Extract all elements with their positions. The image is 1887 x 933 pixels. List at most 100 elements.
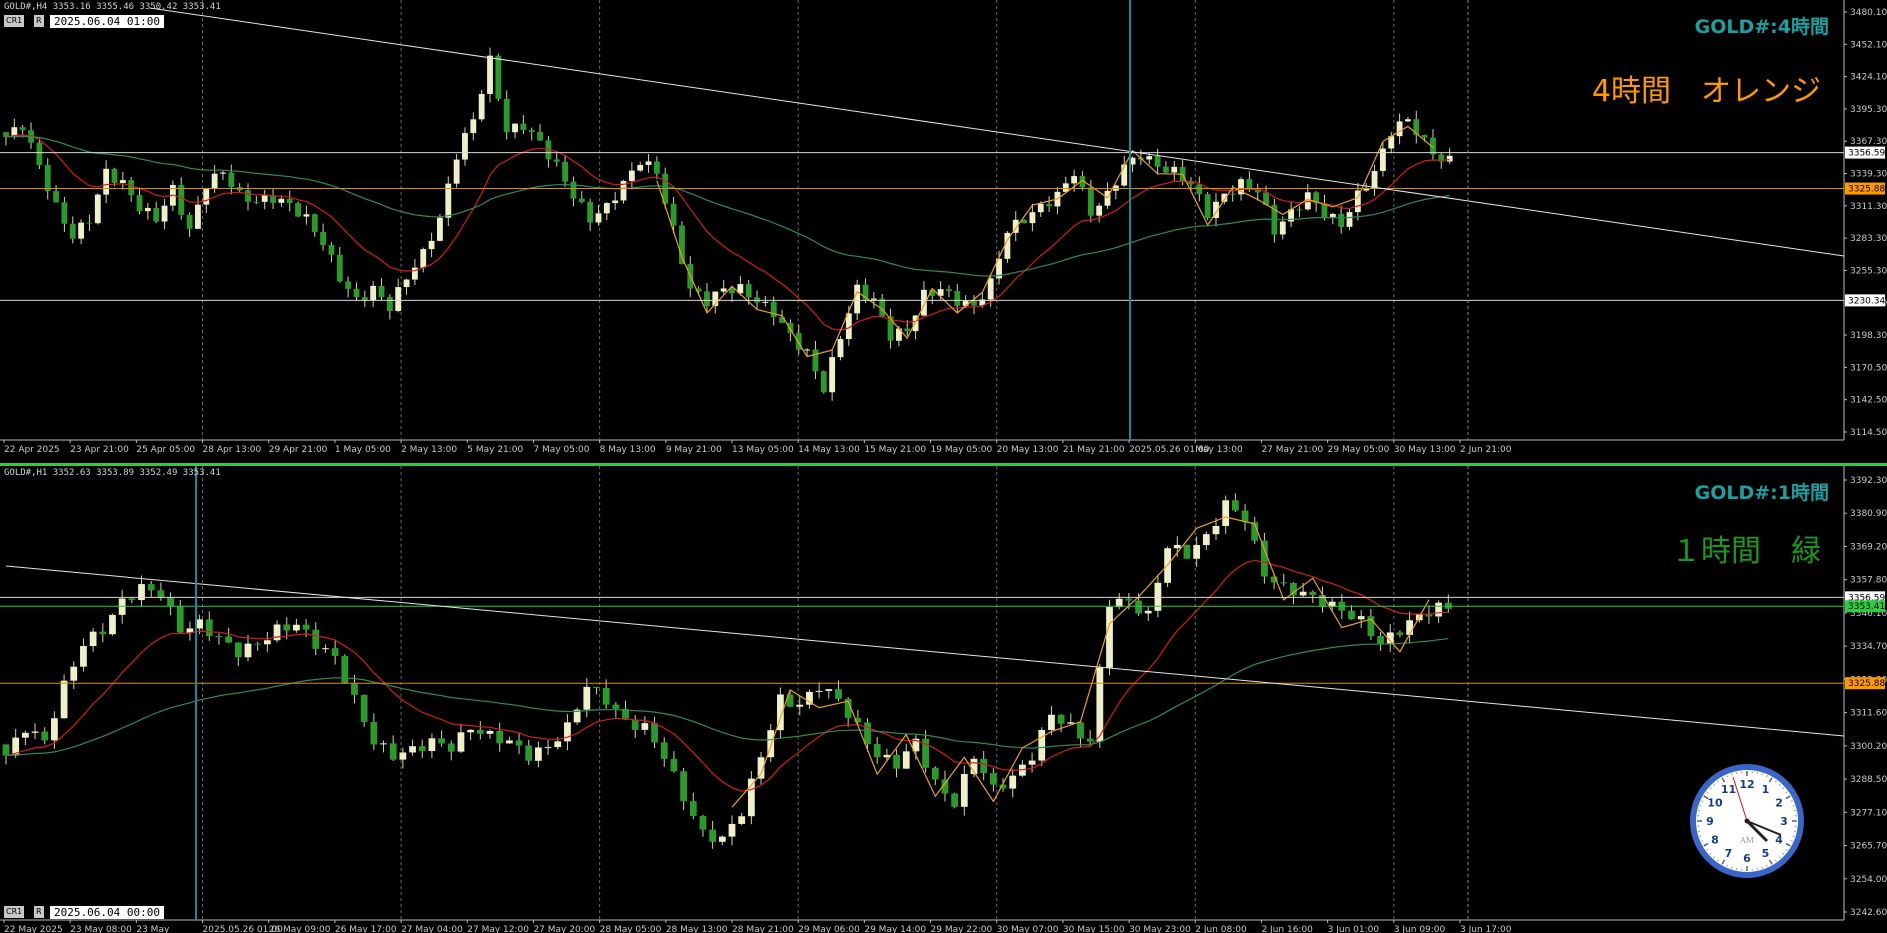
candle-body <box>429 241 435 249</box>
h1-crosshair-date: 2025.06.04 00:00 <box>50 906 164 919</box>
clock-number: 6 <box>1743 852 1751 865</box>
candle-body <box>36 143 42 165</box>
candle-body <box>554 159 560 161</box>
candle-body <box>70 224 76 239</box>
price-tick-label: 3142.50 <box>1850 396 1887 406</box>
candle-body <box>293 625 300 631</box>
candle-body <box>112 169 118 183</box>
h1-cr-label[interactable]: CR1 <box>4 906 24 918</box>
candle-body <box>951 794 958 807</box>
candle-body <box>437 218 443 241</box>
candle-body <box>329 245 335 255</box>
candle-body <box>871 299 877 300</box>
price-tick-label: 3265.70 <box>1850 842 1887 852</box>
price-tick-label: 3254.00 <box>1850 875 1887 885</box>
candle-body <box>361 695 368 722</box>
candle-body <box>854 285 860 314</box>
h4-cr-label[interactable]: CR1 <box>4 15 24 27</box>
candle-body <box>1146 156 1152 159</box>
h1-r-label[interactable]: R <box>34 906 44 918</box>
time-tick-label: 3 Jun 17:00 <box>1460 925 1512 933</box>
candle-body <box>448 743 455 751</box>
candle-body <box>162 206 168 222</box>
price-tick-label: 3300.20 <box>1850 742 1887 752</box>
price-tick-label: 3255.30 <box>1850 266 1887 276</box>
candle-body <box>253 202 259 203</box>
time-tick-label: 28 May 13:00 <box>666 925 728 933</box>
candle-body <box>545 747 552 748</box>
candle-body <box>1096 206 1102 216</box>
price-tick-label: 3283.30 <box>1850 234 1887 244</box>
h1-chart-header: GOLD#,H1 3352.63 3353.89 3352.49 3353.41 <box>4 468 221 478</box>
time-tick-label: 20 May 13:00 <box>997 445 1059 455</box>
candle-body <box>51 718 58 740</box>
candle-body <box>825 689 832 691</box>
clock-number: 5 <box>1762 847 1770 860</box>
candle-body <box>390 743 397 759</box>
candle-body <box>128 180 134 195</box>
candle-body <box>332 648 339 656</box>
price-tick-label: 3480.10 <box>1850 8 1887 18</box>
candle-body <box>1184 545 1191 559</box>
candle-body <box>362 297 368 300</box>
candle-body <box>746 284 752 297</box>
candle-body <box>1145 611 1152 614</box>
candle-body <box>303 625 310 630</box>
time-tick-label: 23 Apr 21:00 <box>70 445 129 455</box>
candle-body <box>380 743 387 744</box>
time-tick-label: 27 May 04:00 <box>401 925 463 933</box>
candle-body <box>283 624 290 630</box>
candle-body <box>990 773 997 784</box>
candle-body <box>829 357 835 392</box>
candle-body <box>312 630 319 649</box>
candle-body <box>893 755 900 769</box>
time-tick-label: 2 Jun 08:00 <box>1195 925 1247 933</box>
candle-body <box>874 744 881 757</box>
candle-body <box>821 371 827 392</box>
time-tick-label: 29 May 05:00 <box>1328 445 1390 455</box>
candle-body <box>629 171 635 181</box>
time-tick-label: 28 Apr 13:00 <box>203 445 262 455</box>
candle-body <box>78 223 84 239</box>
candle-body <box>153 208 159 222</box>
candle-body <box>520 124 526 130</box>
candle-body <box>921 290 927 316</box>
candle-body <box>278 199 284 203</box>
h4-r-label[interactable]: R <box>34 15 44 27</box>
candle-body <box>1348 611 1355 620</box>
price-tick-label: 3367.30 <box>1850 137 1887 147</box>
candle-body <box>1246 179 1252 188</box>
candle-body <box>245 644 252 658</box>
candle-body <box>337 255 343 282</box>
candle-body <box>3 744 10 755</box>
candle-body <box>529 130 535 132</box>
candle-body <box>157 590 164 597</box>
candle-body <box>1422 135 1428 138</box>
h1-chart-pane[interactable]: 3392.303380.903369.203357.803346.103334.… <box>0 463 1887 933</box>
candle-body <box>1406 620 1413 635</box>
candle-body <box>1372 171 1378 188</box>
candle-body <box>235 643 242 658</box>
candle-body <box>70 667 77 681</box>
candle-body <box>562 162 568 182</box>
time-tick-label: 23 May <box>136 925 170 933</box>
candle-body <box>487 731 494 734</box>
candle-body <box>661 742 668 758</box>
price-tick-label: 3311.60 <box>1850 709 1887 719</box>
time-tick-label: 27 May 21:00 <box>1261 445 1323 455</box>
candle-body <box>409 746 416 752</box>
h1-chart-canvas[interactable]: 3392.303380.903369.203357.803346.103334.… <box>0 466 1887 933</box>
time-tick-label: 27 May 12:00 <box>467 925 529 933</box>
h1-chart-subtitle: １時間 緑 <box>1671 526 1821 570</box>
candle-body <box>45 165 51 191</box>
candle-body <box>680 771 687 801</box>
time-tick-label: 13 May 05:00 <box>732 445 794 455</box>
price-tick-label: 3357.80 <box>1850 576 1887 586</box>
clock-am-label: AM <box>1739 836 1754 845</box>
candle-body <box>512 124 518 133</box>
h4-chart-pane[interactable]: 3480.103452.103424.103395.303367.303339.… <box>0 0 1887 462</box>
candle-body <box>671 204 677 226</box>
candle-body <box>721 288 727 291</box>
price-tag-label: 3325.88 <box>1848 185 1885 195</box>
candle-body <box>864 722 871 744</box>
